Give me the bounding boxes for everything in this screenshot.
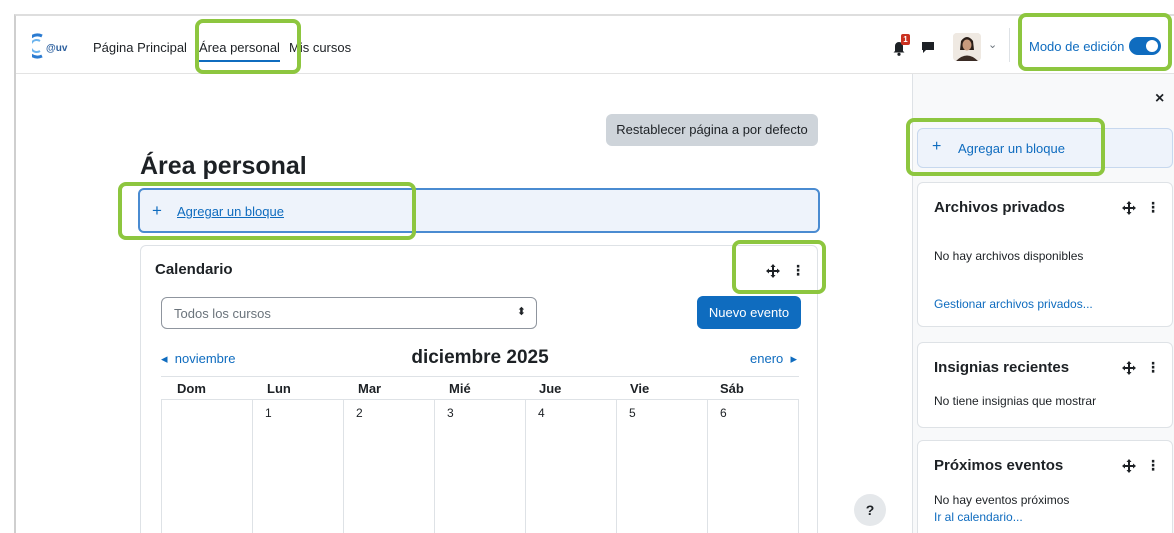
- plus-icon: +: [152, 201, 162, 220]
- kebab-menu-icon[interactable]: ⋮: [1146, 359, 1160, 376]
- next-month-label: enero: [750, 351, 784, 366]
- weekday-header: Vie: [630, 381, 650, 396]
- private-files-block: Archivos privados ⋮ No hay archivos disp…: [917, 182, 1173, 327]
- grid-line: [525, 399, 526, 533]
- main-region: Restablecer página a por defecto Área pe…: [16, 74, 912, 533]
- block-text: No hay archivos disponibles: [934, 249, 1084, 263]
- edit-mode-label[interactable]: Modo de edición: [1029, 39, 1124, 54]
- move-icon[interactable]: [1122, 361, 1136, 375]
- arrow-right-icon: ▸: [783, 351, 797, 366]
- edit-mode-toggle[interactable]: [1129, 37, 1161, 55]
- reset-page-button[interactable]: Restablecer página a por defecto: [606, 114, 818, 146]
- select-arrows-icon: ⬍: [516, 306, 526, 318]
- add-block-label[interactable]: Agregar un bloque: [958, 141, 1065, 156]
- block-title: Insignias recientes: [934, 359, 1070, 376]
- grid-line: [161, 399, 162, 533]
- calendar-block: Calendario ⋮ Todos los cursos ⬍ Nuevo ev…: [140, 245, 818, 533]
- add-block-label[interactable]: Agregar un bloque: [177, 204, 284, 219]
- close-icon[interactable]: ×: [1155, 90, 1164, 108]
- help-button[interactable]: ?: [854, 494, 886, 526]
- go-to-calendar-link[interactable]: Ir al calendario...: [934, 510, 1023, 524]
- move-icon[interactable]: [1122, 201, 1136, 215]
- block-drawer: × + Agregar un bloque Archivos privados …: [912, 74, 1174, 533]
- upcoming-events-block: Próximos eventos ⋮ No hay eventos próxim…: [917, 440, 1173, 533]
- weekday-header: Lun: [267, 381, 291, 396]
- new-event-button[interactable]: Nuevo evento: [697, 296, 801, 329]
- calendar-day[interactable]: 3: [447, 406, 454, 420]
- calendar-day[interactable]: 4: [538, 406, 545, 420]
- kebab-menu-icon[interactable]: ⋮: [1146, 199, 1160, 216]
- calendar-day[interactable]: 6: [720, 406, 727, 420]
- app-frame: @uv Página Principal Área personal Mis c…: [14, 14, 1174, 533]
- manage-files-link[interactable]: Gestionar archivos privados...: [934, 297, 1093, 311]
- grid-line: [434, 399, 435, 533]
- calendar-title: Calendario: [155, 261, 233, 278]
- chat-icon[interactable]: [921, 40, 935, 54]
- move-icon[interactable]: [766, 264, 780, 278]
- calendar-day[interactable]: 2: [356, 406, 363, 420]
- user-photo: [953, 33, 981, 61]
- grid-line: [616, 399, 617, 533]
- weekday-header: Mar: [358, 381, 382, 396]
- grid-line: [343, 399, 344, 533]
- block-text: No hay eventos próximos: [934, 493, 1070, 507]
- nav-area-personal[interactable]: Área personal: [199, 40, 280, 62]
- weekday-header: Sáb: [720, 381, 744, 396]
- weekday-header: Jue: [539, 381, 562, 396]
- kebab-menu-icon[interactable]: ⋮: [791, 262, 805, 279]
- grid-line: [252, 399, 253, 533]
- block-title: Archivos privados: [934, 199, 1065, 216]
- block-title: Próximos eventos: [934, 457, 1064, 474]
- navbar-divider: [1009, 28, 1010, 62]
- course-select[interactable]: Todos los cursos ⬍: [161, 297, 537, 329]
- calendar-day[interactable]: 5: [629, 406, 636, 420]
- grid-line: [161, 399, 799, 400]
- svg-text:@uv: @uv: [46, 43, 68, 54]
- calendar-grid: Dom Lun Mar Mié Jue Vie Sáb 1 2 3 4 5 6: [161, 376, 799, 533]
- course-select-value: Todos los cursos: [174, 306, 271, 321]
- plus-icon: +: [932, 138, 942, 155]
- grid-line: [798, 399, 799, 533]
- add-block-button-main[interactable]: + Agregar un bloque: [138, 188, 820, 233]
- weekday-header: Dom: [177, 381, 206, 396]
- notification-badge: 1: [901, 34, 910, 45]
- month-title: diciembre 2025: [411, 347, 549, 368]
- top-navbar: @uv Página Principal Área personal Mis c…: [16, 16, 1174, 74]
- recent-badges-block: Insignias recientes ⋮ No tiene insignias…: [917, 342, 1173, 428]
- move-icon[interactable]: [1122, 459, 1136, 473]
- calendar-day[interactable]: 1: [265, 406, 272, 420]
- next-month-link[interactable]: enero ▸: [750, 351, 797, 367]
- chevron-down-icon[interactable]: ⌄: [988, 38, 997, 51]
- nav-mis-cursos[interactable]: Mis cursos: [289, 40, 351, 55]
- nav-pagina-principal[interactable]: Página Principal: [93, 40, 187, 55]
- grid-line: [707, 399, 708, 533]
- block-text: No tiene insignias que mostrar: [934, 394, 1097, 408]
- add-block-button-drawer[interactable]: + Agregar un bloque: [917, 128, 1173, 168]
- page-title: Área personal: [140, 152, 307, 180]
- ceuv-logo[interactable]: @uv: [32, 32, 76, 60]
- kebab-menu-icon[interactable]: ⋮: [1146, 457, 1160, 474]
- user-avatar[interactable]: [953, 33, 981, 61]
- weekday-header: Mié: [449, 381, 471, 396]
